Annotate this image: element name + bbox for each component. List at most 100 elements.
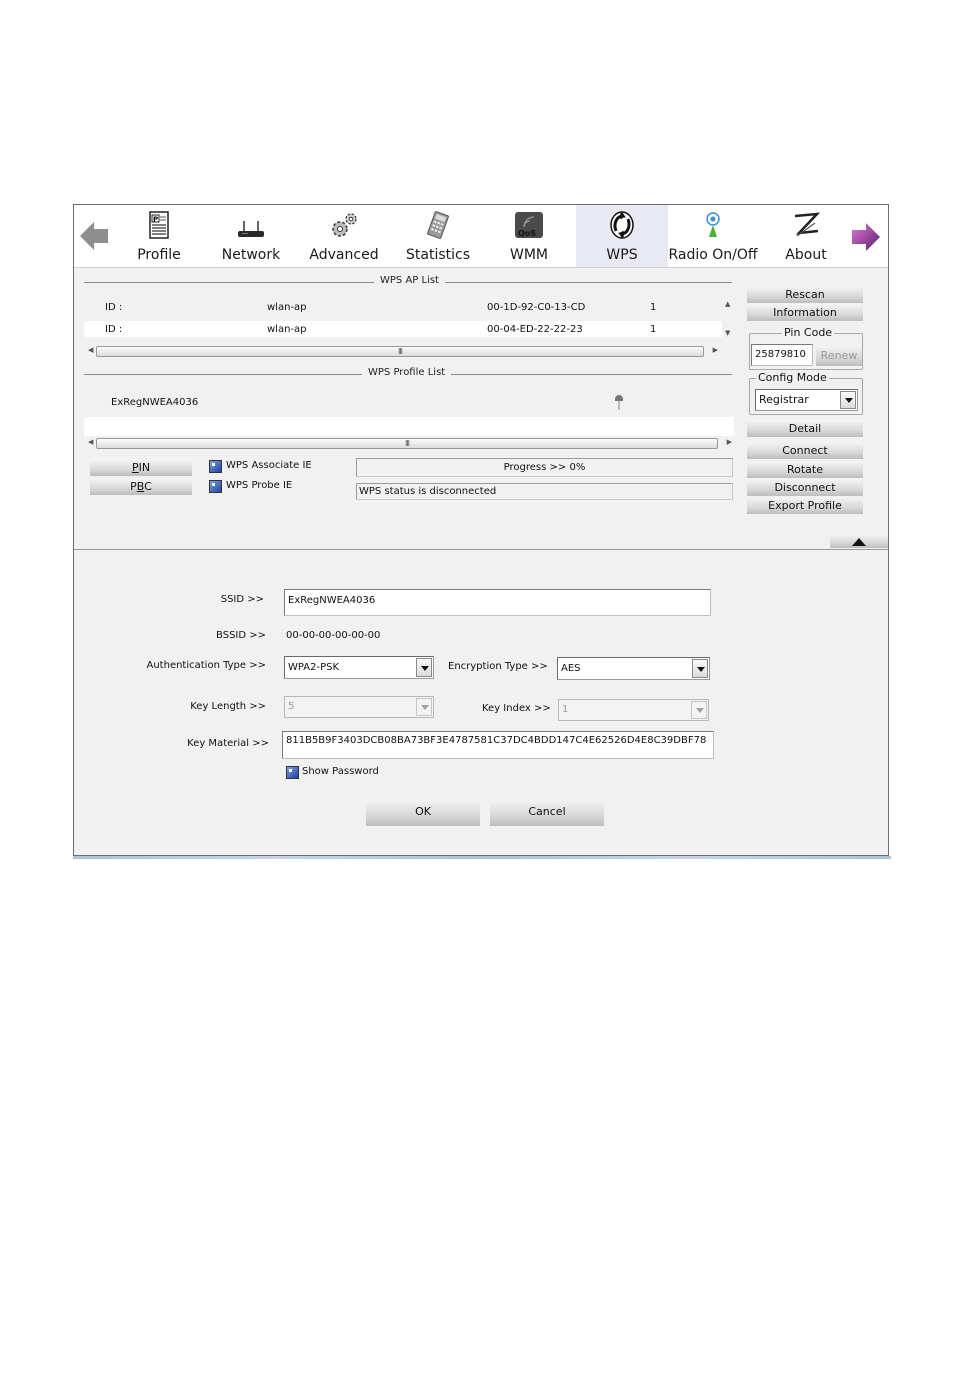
pin-button[interactable]: PIN <box>90 459 192 476</box>
toolbar-item-network[interactable]: Network <box>216 205 286 267</box>
scroll-right-icon[interactable]: ▶ <box>713 346 718 354</box>
renew-button[interactable]: Renew <box>816 345 862 366</box>
toolbar-item-statistics[interactable]: Statistics <box>400 205 476 267</box>
probe-ie-label: WPS Probe IE <box>226 480 293 491</box>
associate-ie-checkbox[interactable] <box>209 460 222 473</box>
toolbar-item-profile[interactable]: P Profile <box>124 205 194 267</box>
disconnect-button[interactable]: Disconnect <box>747 479 863 496</box>
pbc-button[interactable]: PBC <box>90 478 192 495</box>
list-item[interactable]: ID : wlan-ap 00-1D-92-C0-13-CD 1 <box>84 297 722 319</box>
back-arrow-icon[interactable] <box>78 219 110 257</box>
window-bottom-edge <box>73 856 891 859</box>
pin-label: IN <box>138 461 151 474</box>
pin-code-field[interactable]: 25879810 <box>751 344 813 366</box>
key-material-field[interactable]: 811B5B9F3403DCB08BA73BF3E4787581C37DC4BD… <box>282 731 714 759</box>
ap-channel: 1 <box>650 324 657 335</box>
scroll-left-icon[interactable]: ◀ <box>88 346 93 354</box>
scroll-down-icon[interactable]: ▼ <box>725 329 730 337</box>
svg-text:P: P <box>153 216 158 224</box>
scroll-up-icon[interactable]: ▲ <box>725 300 730 308</box>
encryption-type-label: Encryption Type >> <box>448 661 548 672</box>
toolbar-label: Profile <box>137 247 181 263</box>
information-button[interactable]: Information <box>747 304 863 321</box>
toolbar-label: Advanced <box>309 247 379 263</box>
chevron-down-icon[interactable] <box>692 659 708 678</box>
toolbar-label: About <box>785 247 827 263</box>
ap-list-title: WPS AP List <box>374 275 445 286</box>
list-item[interactable]: ExRegNWEA4036 <box>84 390 734 416</box>
profile-list[interactable]: ExRegNWEA4036 <box>84 390 734 436</box>
auth-type-label: Authentication Type >> <box>146 660 267 671</box>
rescan-button[interactable]: Rescan <box>747 286 863 303</box>
toolbar: P Profile Network Advanced Statistics Qo… <box>74 205 888 268</box>
about-icon <box>794 212 821 237</box>
show-password-checkbox[interactable] <box>286 766 299 779</box>
bssid-value: 00-00-00-00-00-00 <box>286 630 381 641</box>
chevron-down-icon[interactable] <box>840 391 856 409</box>
toolbar-item-about[interactable]: About <box>772 205 840 267</box>
collapse-button[interactable] <box>830 534 888 548</box>
toolbar-item-wps[interactable]: WPS <box>576 205 668 267</box>
ap-list-hscrollbar[interactable]: ◀ III ▶ <box>84 344 720 358</box>
key-material-label: Key Material >> <box>187 738 269 749</box>
detail-button[interactable]: Detail <box>747 420 863 437</box>
calculator-icon <box>427 211 449 239</box>
associate-ie-label: WPS Associate IE <box>226 460 312 471</box>
encryption-type-select[interactable]: AES <box>557 657 710 680</box>
chevron-up-icon <box>852 538 866 546</box>
config-mode-value: Registrar <box>759 393 809 406</box>
scrollbar-thumb[interactable]: III <box>96 438 718 449</box>
qos-icon: QoS <box>515 212 543 238</box>
pbc-label: P <box>130 480 137 493</box>
config-mode-select[interactable]: Registrar <box>755 389 858 411</box>
ssid-field[interactable]: ExRegNWEA4036 <box>284 589 711 616</box>
profile-list-hscrollbar[interactable]: ◀ III ▶ <box>84 436 734 450</box>
auth-type-select[interactable]: WPA2-PSK <box>284 656 434 679</box>
key-index-select[interactable]: 1 <box>558 699 709 721</box>
key-length-value: 5 <box>288 701 295 712</box>
scrollbar-thumb[interactable]: III <box>96 346 704 357</box>
scroll-grip: III <box>404 439 410 448</box>
chevron-down-icon[interactable] <box>416 658 432 677</box>
pin-code-title: Pin Code <box>782 326 835 339</box>
ap-list[interactable]: ID : wlan-ap 00-1D-92-C0-13-CD 1 ID : wl… <box>84 297 722 347</box>
connect-button[interactable]: Connect <box>747 442 863 459</box>
ap-bssid: 00-04-ED-22-22-23 <box>487 324 583 335</box>
toolbar-item-wmm[interactable]: QoS WMM <box>494 205 564 267</box>
show-password-label: Show Password <box>302 766 379 777</box>
key-index-value: 1 <box>562 704 569 715</box>
network-icon <box>238 221 264 237</box>
chevron-down-icon[interactable] <box>691 701 707 719</box>
ssid-label: SSID >> <box>220 594 264 605</box>
ok-button[interactable]: OK <box>366 799 480 826</box>
ap-id-label: ID : <box>105 302 123 313</box>
pin-code-group: Pin Code 25879810 Renew <box>749 326 863 370</box>
export-profile-button[interactable]: Export Profile <box>747 497 863 514</box>
key-index-label: Key Index >> <box>482 703 551 714</box>
encryption-type-value: AES <box>561 663 581 674</box>
rotate-button[interactable]: Rotate <box>747 461 863 478</box>
auth-type-value: WPA2-PSK <box>288 662 340 673</box>
toolbar-label: WMM <box>509 247 548 263</box>
chevron-down-icon[interactable] <box>416 698 432 716</box>
toolbar-item-advanced[interactable]: Advanced <box>306 205 382 267</box>
ap-ssid: wlan-ap <box>267 324 307 335</box>
progress-text: Progress >> 0% <box>503 462 586 473</box>
toolbar-item-radio[interactable]: Radio On/Off <box>668 205 758 267</box>
cancel-button[interactable]: Cancel <box>490 799 604 826</box>
utility-window: P Profile Network Advanced Statistics Qo… <box>73 204 889 856</box>
key-length-select[interactable]: 5 <box>284 696 434 718</box>
probe-ie-checkbox[interactable] <box>209 480 222 493</box>
list-item[interactable]: ID : wlan-ap 00-04-ED-22-22-23 1 <box>84 321 722 337</box>
forward-arrow-icon[interactable] <box>850 221 882 257</box>
toolbar-label: Radio On/Off <box>668 247 758 263</box>
ap-ssid: wlan-ap <box>267 302 307 313</box>
scroll-left-icon[interactable]: ◀ <box>88 438 93 446</box>
ap-channel: 1 <box>650 302 657 313</box>
wps-icon <box>610 211 634 239</box>
scroll-right-icon[interactable]: ▶ <box>727 438 732 446</box>
svg-text:QoS: QoS <box>518 229 536 238</box>
pin-mnemonic: P <box>131 461 139 474</box>
ap-id-label: ID : <box>105 324 123 335</box>
status-box: WPS status is disconnected <box>356 483 733 500</box>
